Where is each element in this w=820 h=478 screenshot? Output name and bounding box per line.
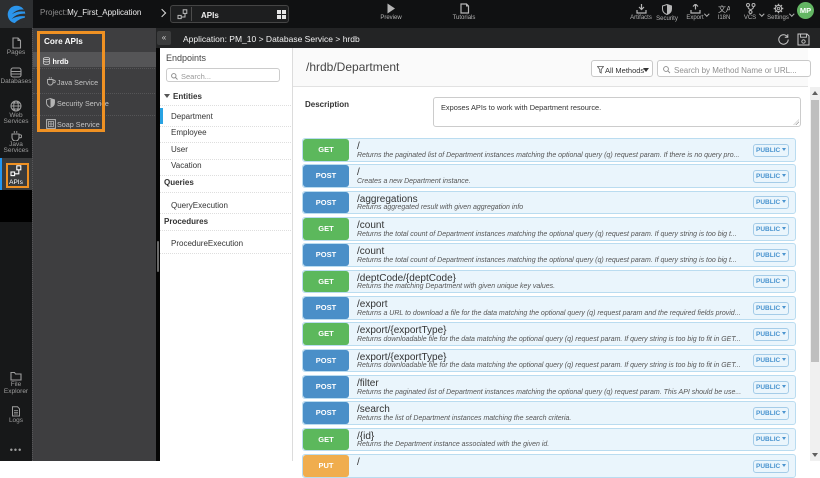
svg-text:文A: 文A [718,4,730,14]
